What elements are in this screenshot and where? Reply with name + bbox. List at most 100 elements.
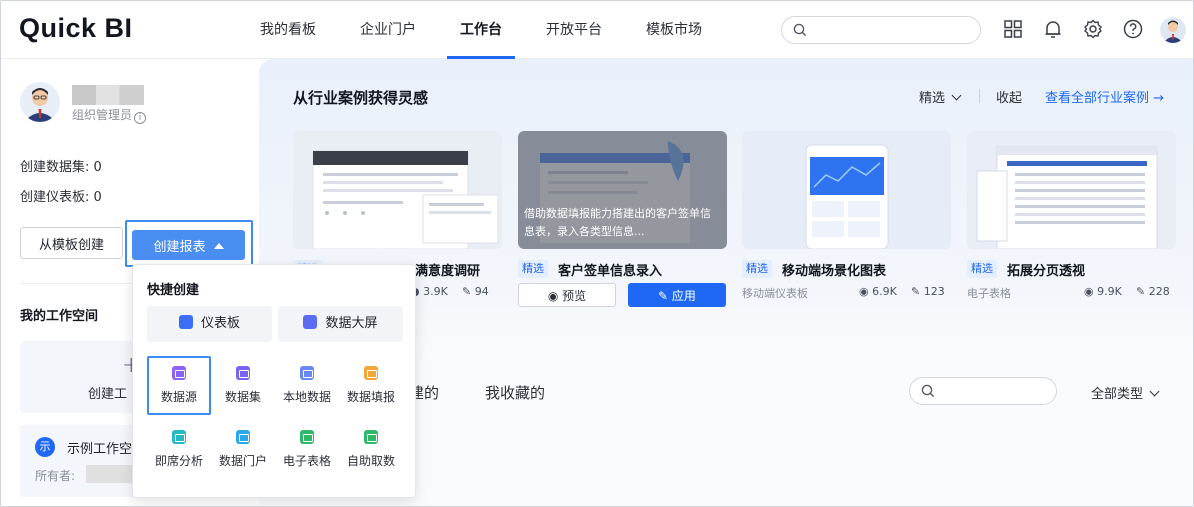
form-icon [364, 366, 378, 380]
eye-icon: ◉ [1084, 285, 1094, 298]
eye-icon: ◉ [547, 288, 563, 303]
quick-bi-logo[interactable]: Quick BI [19, 13, 133, 44]
menu-item-data-form[interactable]: 数据填报 [339, 361, 403, 409]
workspace-owner-label: 所有者: [35, 469, 76, 483]
edit-count: ✎ 228 [1136, 285, 1170, 298]
portal-icon [236, 430, 250, 444]
featured-tag: 精选 [518, 260, 548, 278]
case-title: 拓展分页透视 [1007, 264, 1086, 279]
case-type: 移动端仪表板 [742, 287, 808, 300]
menu-item-local-data[interactable]: 本地数据 [275, 361, 339, 409]
view-count-value: 6.9K [872, 285, 897, 298]
all-types-label: 全部类型 [1091, 387, 1144, 402]
menu-item-label: 即席分析 [154, 454, 203, 468]
pencil-icon: ✎ [462, 285, 472, 298]
case-thumbnail [967, 131, 1176, 249]
case-title: 移动端场景化图表 [782, 264, 887, 279]
chevron-down-icon [1149, 386, 1160, 397]
pencil-icon: ✎ [1136, 285, 1146, 298]
view-count: ◉ 9.9K [1084, 285, 1122, 298]
data-source-highlight [147, 356, 211, 415]
help-icon[interactable] [1122, 18, 1144, 40]
dashboards-created-stat: 创建仪表板: 0 [20, 190, 102, 205]
menu-item-label: 数据填报 [346, 390, 395, 404]
create-dashboard-label: 仪表板 [200, 316, 240, 331]
dataset-icon [236, 366, 250, 380]
menu-item-data-portal[interactable]: 数据门户 [211, 425, 275, 473]
case-type: 电子表格 [967, 287, 1011, 300]
menu-item-spreadsheet[interactable]: 电子表格 [275, 425, 339, 473]
menu-item-label: 电子表格 [282, 454, 331, 468]
chevron-down-icon [951, 90, 962, 101]
screen-icon [303, 315, 318, 329]
search-icon [793, 23, 807, 37]
workspace-section-title: 我的工作空间 [20, 309, 99, 324]
gear-icon[interactable] [1082, 18, 1104, 40]
apps-grid-icon[interactable] [1002, 18, 1024, 40]
create-dashboard-button[interactable]: 仪表板 [147, 306, 272, 342]
inspiration-title: 从行业案例获得灵感 [293, 89, 429, 107]
global-search-input[interactable] [814, 20, 970, 40]
create-report-label: 创建报表 [153, 239, 206, 255]
nav-my-dashboards[interactable]: 我的看板 [247, 1, 329, 59]
quick-create-title: 快捷创建 [147, 283, 200, 298]
datasets-created-stat: 创建数据集: 0 [20, 160, 102, 175]
info-icon[interactable]: i [134, 112, 147, 124]
nav-open-platform[interactable]: 开放平台 [533, 1, 615, 59]
example-workspace-title: 示例工作空 [67, 442, 133, 457]
nav-enterprise-portal[interactable]: 企业门户 [347, 1, 429, 59]
view-count-value: 3.9K [423, 285, 448, 298]
case-title: 客户签单信息录入 [558, 264, 663, 279]
case-thumbnail: 借助数据填报能力搭建出的客户签单信息表，录入各类型信息... [518, 131, 727, 249]
caret-up-icon [213, 242, 224, 249]
all-types-filter[interactable]: 全部类型 [1091, 383, 1160, 402]
view-all-cases-link[interactable]: 查看全部行业案例 → [1045, 87, 1164, 106]
main-nav: 我的看板 企业门户 工作台 开放平台 模板市场 [247, 1, 733, 59]
case-title: 满意度调研 [415, 264, 481, 279]
global-search[interactable] [781, 16, 981, 44]
menu-item-dataset[interactable]: 数据集 [211, 361, 275, 409]
view-count: ◉ 6.9K [859, 285, 897, 298]
upload-icon [300, 366, 314, 380]
edit-count-value: 228 [1148, 285, 1170, 298]
menu-item-adhoc-analysis[interactable]: 即席分析 [147, 425, 211, 473]
menu-item-label: 数据集 [224, 390, 261, 404]
menu-item-label: 自助取数 [346, 454, 395, 468]
featured-filter-label: 精选 [919, 91, 946, 106]
user-role: 组织管理员 i [72, 106, 147, 124]
menu-item-self-service-fetch[interactable]: 自助取数 [339, 425, 403, 473]
workspace-badge: 示 [35, 437, 55, 457]
preview-button[interactable]: ◉ 预览 [518, 283, 616, 307]
nav-workbench[interactable]: 工作台 [447, 1, 515, 59]
case-description: 借助数据填报能力搭建出的客户签单信息表，录入各类型信息... [524, 207, 711, 238]
pencil-icon: ✎ [658, 288, 672, 303]
edit-count: ✎ 94 [462, 285, 489, 298]
list-search[interactable] [909, 377, 1057, 405]
case-card-hovered[interactable]: 借助数据填报能力搭建出的客户签单信息表，录入各类型信息... 精选 客户签单信息… [518, 131, 727, 307]
adhoc-analysis-icon [172, 430, 186, 444]
nav-template-market[interactable]: 模板市场 [633, 1, 715, 59]
spreadsheet-icon [300, 430, 314, 444]
top-bar: Quick BI 我的看板 企业门户 工作台 开放平台 模板市场 [1, 1, 1193, 59]
eye-icon: ◉ [859, 285, 869, 298]
menu-item-label: 数据门户 [218, 454, 267, 468]
featured-filter[interactable]: 精选 [919, 87, 962, 106]
create-data-screen-button[interactable]: 数据大屏 [278, 306, 403, 342]
case-thumbnail [742, 131, 951, 249]
user-role-label: 组织管理员 [72, 108, 133, 122]
case-card[interactable]: 精选 拓展分页透视 电子表格 ◉ 9.9K ✎ 228 [967, 131, 1176, 306]
collapse-link[interactable]: 收起 [996, 87, 1022, 106]
case-card[interactable]: 精选 移动端场景化图表 移动端仪表板 ◉ 6.9K ✎ 123 [742, 131, 951, 306]
create-from-template-button[interactable]: 从模板创建 [20, 227, 123, 259]
header-separator [979, 89, 980, 103]
bell-icon[interactable] [1042, 18, 1064, 40]
username-redacted [72, 85, 144, 105]
create-report-button[interactable]: 创建报表 [132, 230, 245, 260]
user-avatar[interactable] [1160, 17, 1186, 43]
create-report-highlight: 创建报表 [125, 220, 253, 267]
app-frame: Quick BI 我的看板 企业门户 工作台 开放平台 模板市场 组织管理员 i … [0, 0, 1194, 507]
case-thumbnail [293, 131, 502, 249]
tab-my-favorites[interactable]: 我收藏的 [485, 382, 545, 403]
pencil-icon: ✎ [911, 285, 921, 298]
apply-button[interactable]: ✎ 应用 [628, 283, 726, 307]
